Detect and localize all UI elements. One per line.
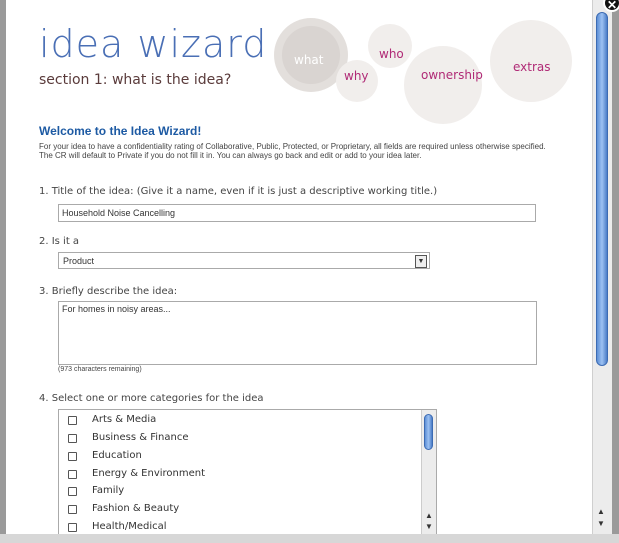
scroll-down-icon[interactable]: ▼: [425, 523, 433, 531]
step-what[interactable]: what: [294, 53, 323, 67]
scroll-down-icon[interactable]: ▼: [597, 520, 605, 528]
characters-remaining: (973 characters remaining): [58, 366, 142, 373]
question-description-label: 3. Briefly describe the idea:: [39, 286, 178, 297]
question-type-label: 2. Is it a: [39, 236, 80, 247]
page-bottom-strip: [0, 534, 619, 543]
gear-icon: [368, 24, 412, 68]
scroll-up-icon[interactable]: ▲: [597, 508, 605, 516]
category-scroll-thumb[interactable]: [424, 414, 433, 450]
idea-type-select[interactable]: Product ▼: [58, 252, 430, 269]
checkbox[interactable]: [68, 505, 77, 514]
wizard-dialog: idea wizard section 1: what is the idea?…: [6, 0, 592, 534]
checkbox[interactable]: [68, 434, 77, 443]
wizard-title: idea wizard: [39, 22, 268, 66]
checkbox[interactable]: [68, 487, 77, 496]
chevron-down-icon[interactable]: ▼: [415, 255, 427, 268]
checkbox[interactable]: [68, 416, 77, 425]
gear-icon: [404, 46, 482, 124]
scroll-up-icon[interactable]: ▲: [425, 512, 433, 520]
step-why[interactable]: why: [344, 69, 369, 83]
question-categories-label: 4. Select one or more categories for the…: [39, 393, 264, 404]
idea-title-input[interactable]: Household Noise Cancelling: [58, 204, 536, 222]
category-scrollbar[interactable]: ▲ ▼: [421, 410, 436, 534]
step-extras[interactable]: extras: [513, 60, 551, 74]
checkbox[interactable]: [68, 470, 77, 479]
welcome-heading: Welcome to the Idea Wizard!: [39, 124, 202, 138]
category-list[interactable]: Arts & Media Business & Finance Educatio…: [58, 409, 437, 534]
idea-description-textarea[interactable]: For homes in noisy areas...: [58, 301, 537, 365]
step-who[interactable]: who: [379, 47, 404, 61]
dialog-scroll-thumb[interactable]: [596, 12, 608, 366]
checkbox[interactable]: [68, 452, 77, 461]
question-title-label: 1. Title of the idea: (Give it a name, e…: [39, 186, 438, 197]
dialog-scrollbar[interactable]: ▲ ▼: [592, 0, 612, 534]
idea-type-selected: Product: [63, 256, 95, 266]
step-progress-gears: what why who ownership extras: [266, 16, 586, 124]
intro-text: For your idea to have a confidentiality …: [39, 142, 546, 160]
step-ownership[interactable]: ownership: [421, 68, 483, 82]
section-subtitle: section 1: what is the idea?: [39, 72, 232, 88]
checkbox[interactable]: [68, 523, 77, 532]
